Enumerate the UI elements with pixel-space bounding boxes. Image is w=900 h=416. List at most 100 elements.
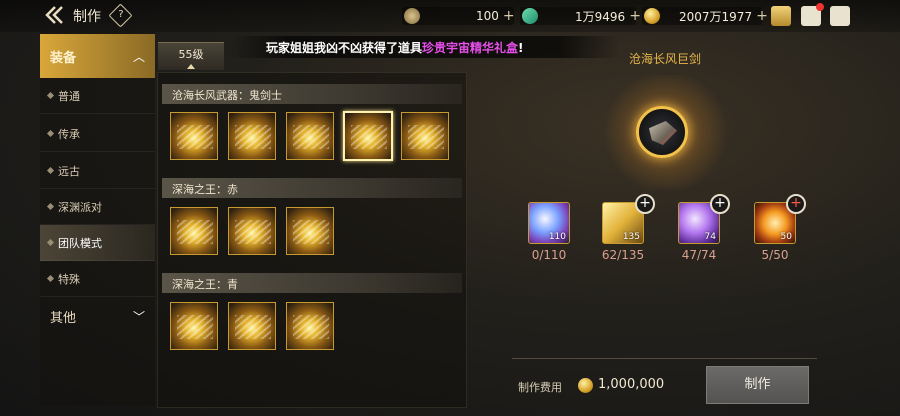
add-material-button[interactable]: + bbox=[635, 194, 655, 214]
currency-c bbox=[404, 6, 426, 26]
sidebar-item-label: 普通 bbox=[58, 90, 80, 103]
group-title: 沧海长风武器：鬼剑士 bbox=[172, 89, 282, 102]
sidebar-item-label: 特殊 bbox=[58, 273, 80, 286]
chevron-down-icon: ﹀ bbox=[132, 310, 145, 324]
sidebar-item-abyss-party[interactable]: 深渊派对 bbox=[40, 189, 155, 225]
weapon-icon bbox=[235, 220, 271, 244]
tab-level-55[interactable]: 55级 bbox=[158, 42, 224, 70]
currency-c-value: 100 + bbox=[476, 6, 515, 26]
weapon-icon bbox=[177, 125, 213, 149]
recipe-slot[interactable] bbox=[286, 302, 334, 350]
c-coin-icon bbox=[404, 8, 420, 24]
sidebar-category-other[interactable]: 其他 ﹀ bbox=[40, 294, 155, 338]
group-title: 深海之王：赤 bbox=[172, 183, 238, 196]
sidebar-item-special[interactable]: 特殊 bbox=[40, 261, 155, 297]
sidebar: 装备 ︿ 普通 传承 远古 深渊派对 团队模式 特殊 其他 ﹀ bbox=[40, 32, 155, 406]
mail-icon[interactable] bbox=[801, 3, 824, 26]
currency-gem-amount: 1万9496 bbox=[575, 9, 626, 24]
recipe-slot[interactable] bbox=[170, 207, 218, 255]
green-gem-icon bbox=[522, 8, 538, 24]
recipe-slot[interactable] bbox=[401, 112, 449, 160]
triangle-indicator-icon bbox=[187, 64, 195, 69]
announcement-highlight: 珍贵宇宙精华礼盒 bbox=[422, 41, 519, 55]
currency-c-plus[interactable]: + bbox=[503, 8, 515, 24]
sidebar-item-ancient[interactable]: 远古 bbox=[40, 153, 155, 189]
top-bar: 制作 ? 100 + 1万9496 + 2007万1977 + bbox=[0, 0, 900, 32]
blue-orb-icon[interactable]: 110 bbox=[528, 202, 570, 244]
material-quantity: 47/74 bbox=[681, 248, 717, 262]
back-arrow-icon[interactable] bbox=[44, 5, 66, 25]
recipe-slot[interactable] bbox=[228, 207, 276, 255]
diamond-bullet-icon bbox=[46, 238, 55, 247]
craft-fee-value: 1,000,000 bbox=[598, 377, 665, 392]
material-quantity: 62/135 bbox=[601, 248, 645, 262]
recipe-slot[interactable] bbox=[228, 302, 276, 350]
craft-button[interactable]: 制作 bbox=[706, 366, 809, 404]
gold-coin-icon bbox=[578, 378, 593, 393]
weapon-icon bbox=[177, 315, 213, 339]
announcement-main: 玩家姐姐我凶不凶获得了道具 bbox=[266, 41, 423, 55]
diamond-bullet-icon bbox=[46, 274, 55, 283]
chevron-up-icon: ︿ bbox=[132, 50, 145, 64]
currency-gem-value: 1万9496 + bbox=[575, 6, 641, 26]
currency-gem-plus[interactable]: + bbox=[629, 8, 641, 24]
group-header: 深海之王：赤 bbox=[162, 178, 462, 198]
add-material-button[interactable]: + bbox=[710, 194, 730, 214]
currency-c-amount: 100 bbox=[476, 9, 499, 23]
recipe-slot[interactable] bbox=[228, 112, 276, 160]
currency-gold-amount: 2007万1977 bbox=[679, 9, 753, 24]
currency-gold bbox=[644, 6, 666, 26]
diamond-bullet-icon bbox=[46, 129, 55, 138]
announcement-banner: 玩家姐姐我凶不凶获得了道具珍贵宇宙精华礼盒! bbox=[230, 36, 620, 58]
material-count: 110 bbox=[548, 232, 566, 242]
recipe-slot[interactable] bbox=[286, 207, 334, 255]
material-quantity: 0/110 bbox=[531, 248, 567, 262]
material-count: 135 bbox=[622, 232, 640, 242]
chat-icon[interactable] bbox=[830, 6, 850, 26]
weapon-icon bbox=[235, 125, 271, 149]
weapon-icon bbox=[235, 315, 271, 339]
sidebar-item-label: 团队模式 bbox=[58, 237, 102, 250]
help-icon[interactable]: ? bbox=[108, 3, 133, 28]
sidebar-category-label: 其他 bbox=[50, 311, 77, 326]
currency-gold-value: 2007万1977 + bbox=[679, 6, 768, 26]
help-label: ? bbox=[118, 9, 124, 21]
sidebar-item-inherit[interactable]: 传承 bbox=[40, 116, 155, 152]
diamond-bullet-icon bbox=[46, 166, 55, 175]
material-quantity: 5/50 bbox=[761, 248, 789, 262]
group-header: 沧海长风武器：鬼剑士 bbox=[162, 84, 462, 104]
group-title: 深海之王：青 bbox=[172, 278, 238, 291]
sidebar-item-label: 深渊派对 bbox=[58, 201, 102, 214]
great-sword-icon[interactable] bbox=[636, 106, 688, 158]
weapon-icon bbox=[177, 220, 213, 244]
currency-gem bbox=[522, 6, 544, 26]
sidebar-item-label: 传承 bbox=[58, 128, 80, 141]
recipe-slot-selected[interactable] bbox=[343, 111, 393, 161]
group-header: 深海之王：青 bbox=[162, 273, 462, 293]
recipe-slot[interactable] bbox=[170, 112, 218, 160]
gold-coin-icon bbox=[644, 8, 660, 24]
sidebar-item-team-mode[interactable]: 团队模式 bbox=[40, 225, 155, 261]
craft-item-name: 沧海长风巨剑 bbox=[628, 52, 701, 66]
add-material-button[interactable]: + bbox=[786, 194, 806, 214]
craft-fee-label: 制作费用 bbox=[518, 381, 562, 394]
weapon-icon bbox=[351, 125, 387, 149]
weapon-icon bbox=[293, 315, 329, 339]
weapon-icon bbox=[293, 125, 329, 149]
announcement-text: 玩家姐姐我凶不凶获得了道具珍贵宇宙精华礼盒! bbox=[266, 39, 524, 56]
divider bbox=[512, 358, 817, 359]
recipe-slot[interactable] bbox=[170, 302, 218, 350]
sidebar-category-equipment[interactable]: 装备 ︿ bbox=[40, 34, 155, 78]
sidebar-item-label: 远古 bbox=[58, 165, 80, 178]
material-count: 50 bbox=[780, 232, 792, 242]
material-count: 74 bbox=[704, 232, 716, 242]
sidebar-category-label: 装备 bbox=[50, 51, 77, 66]
chest-icon[interactable] bbox=[771, 6, 791, 26]
recipe-slot[interactable] bbox=[286, 112, 334, 160]
currency-gold-plus[interactable]: + bbox=[756, 8, 768, 24]
page-title: 制作 bbox=[73, 9, 101, 25]
blade-shape bbox=[649, 121, 677, 145]
weapon-icon bbox=[408, 125, 444, 149]
sidebar-item-normal[interactable]: 普通 bbox=[40, 78, 155, 114]
diamond-bullet-icon bbox=[46, 202, 55, 211]
